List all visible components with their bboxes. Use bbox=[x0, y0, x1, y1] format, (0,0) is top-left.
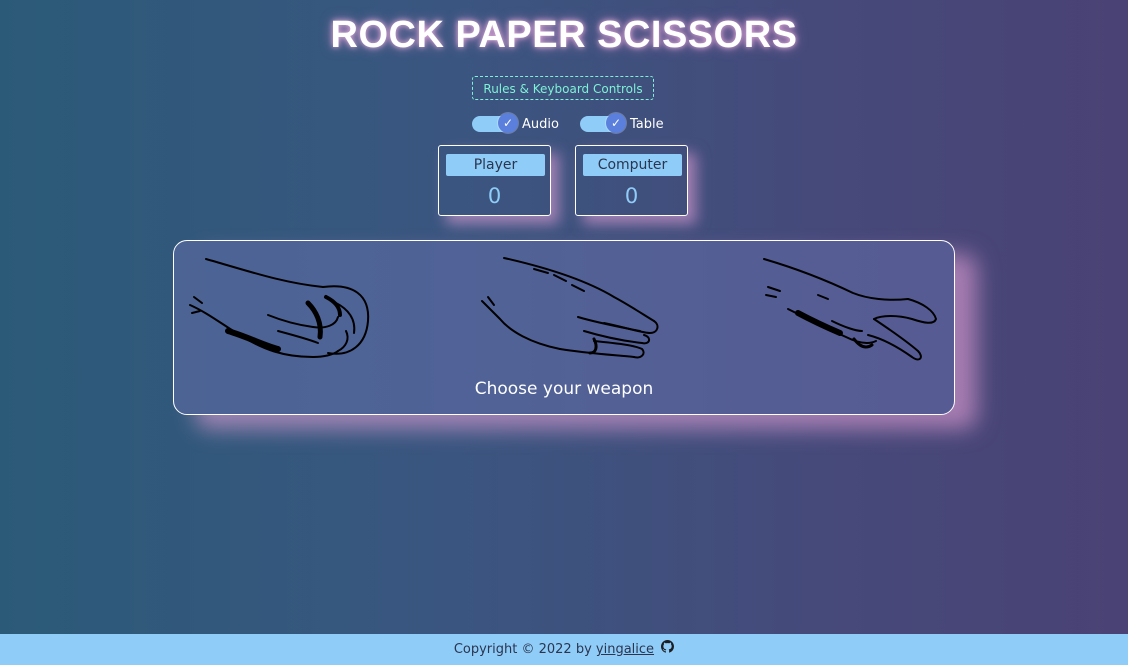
paper-button[interactable] bbox=[474, 253, 669, 363]
computer-label: Computer bbox=[583, 154, 682, 176]
weapons-panel: Choose your weapon bbox=[173, 240, 955, 415]
table-toggle-track[interactable]: ✓ bbox=[580, 113, 626, 133]
table-toggle[interactable]: ✓ Table bbox=[580, 113, 664, 135]
page-title: ROCK PAPER SCISSORS bbox=[330, 14, 798, 56]
paper-hand-icon bbox=[481, 257, 659, 359]
check-icon: ✓ bbox=[498, 113, 518, 133]
scissors-hand-icon bbox=[763, 258, 937, 361]
audio-toggle[interactable]: ✓ Audio bbox=[472, 113, 559, 135]
computer-score-card: Computer 0 bbox=[575, 145, 688, 216]
player-label: Player bbox=[446, 154, 545, 176]
author-link[interactable]: yingalice bbox=[596, 642, 654, 657]
settings-toggles: ✓ Audio ✓ Table bbox=[0, 113, 1128, 135]
copyright-text: Copyright © 2022 by bbox=[453, 642, 592, 657]
rules-keyboard-controls-button[interactable]: Rules & Keyboard Controls bbox=[472, 76, 654, 100]
github-icon[interactable] bbox=[661, 634, 675, 665]
table-toggle-label: Table bbox=[630, 116, 664, 132]
player-score-card: Player 0 bbox=[438, 145, 551, 216]
rock-button[interactable] bbox=[188, 253, 373, 363]
audio-toggle-label: Audio bbox=[522, 116, 559, 132]
scissors-button[interactable] bbox=[758, 253, 943, 363]
choose-weapon-prompt: Choose your weapon bbox=[474, 379, 654, 399]
rock-hand-icon bbox=[189, 258, 370, 358]
footer: Copyright © 2022 by yingalice bbox=[0, 634, 1128, 665]
player-score: 0 bbox=[487, 184, 502, 208]
check-icon: ✓ bbox=[606, 113, 626, 133]
computer-score: 0 bbox=[624, 184, 639, 208]
audio-toggle-track[interactable]: ✓ bbox=[472, 113, 518, 133]
